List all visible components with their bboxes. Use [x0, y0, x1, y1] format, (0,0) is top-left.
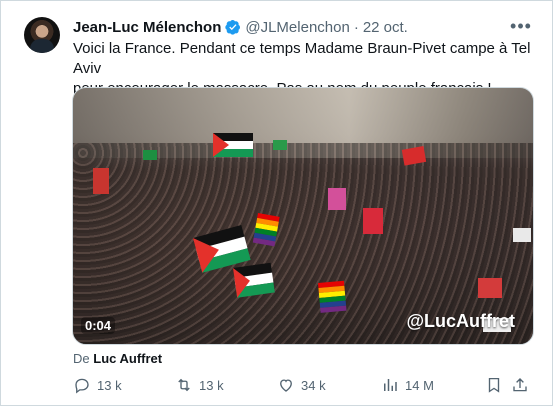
- views-count: 14 M: [405, 377, 434, 393]
- red-flag-4: [93, 168, 109, 194]
- video-player[interactable]: 0:04 @LucAuffret: [72, 87, 534, 345]
- red-flag: [401, 146, 427, 166]
- palestinian-flag-3: [233, 262, 275, 298]
- tweet-header: Jean-Luc Mélenchon @JLMelenchon · 22 oct…: [73, 15, 536, 37]
- video-flags: [93, 133, 531, 332]
- repost-count: 13 k: [199, 377, 224, 393]
- verified-badge-icon: [225, 20, 241, 35]
- bookmark-button[interactable]: [485, 376, 511, 394]
- pink-flag: [328, 188, 346, 210]
- pride-flag-2: [318, 280, 347, 313]
- more-dots-icon[interactable]: •••: [510, 15, 532, 37]
- source-prefix: De: [73, 351, 90, 366]
- share-button[interactable]: [511, 376, 535, 394]
- heart-icon: [280, 379, 292, 392]
- like-button[interactable]: 34 k: [277, 376, 381, 394]
- green-flag: [273, 140, 287, 150]
- bookmark-icon: [488, 377, 500, 393]
- share-icon: [513, 378, 527, 392]
- tweet-card[interactable]: Jean-Luc Mélenchon @JLMelenchon · 22 oct…: [0, 0, 553, 406]
- tweet-text-line-1: Voici la France. Pendant ce temps Madame…: [73, 40, 531, 77]
- red-flag-2: [363, 208, 383, 234]
- repost-button[interactable]: 13 k: [175, 376, 277, 394]
- video-watermark: @LucAuffret: [406, 311, 515, 331]
- separator-dot: ·: [353, 18, 359, 36]
- reply-count: 13 k: [97, 377, 122, 393]
- red-flag-3: [478, 278, 502, 298]
- repost-icon: [178, 378, 190, 392]
- author-handle[interactable]: @JLMelenchon: [245, 19, 349, 36]
- source-name[interactable]: Luc Auffret: [93, 351, 162, 366]
- palestinian-flag: [193, 225, 251, 273]
- views-bar-chart-icon: [384, 379, 397, 391]
- reply-button[interactable]: 13 k: [73, 376, 175, 394]
- green-flag-2: [143, 150, 157, 160]
- video-source[interactable]: De Luc Auffret: [73, 351, 162, 366]
- like-count: 34 k: [301, 377, 326, 393]
- views-button[interactable]: 14 M: [381, 376, 485, 394]
- tweet-actions: 13 k 13 k 34 k 14 M: [73, 373, 535, 397]
- pride-flag: [252, 213, 280, 247]
- reply-icon: [75, 378, 89, 394]
- author-name[interactable]: Jean-Luc Mélenchon: [73, 19, 221, 36]
- video-timer: 0:04: [81, 317, 116, 334]
- palestinian-flag-2: [213, 133, 253, 157]
- tweet-date[interactable]: 22 oct.: [363, 19, 408, 36]
- sign-white: [513, 228, 531, 242]
- avatar[interactable]: [24, 17, 60, 53]
